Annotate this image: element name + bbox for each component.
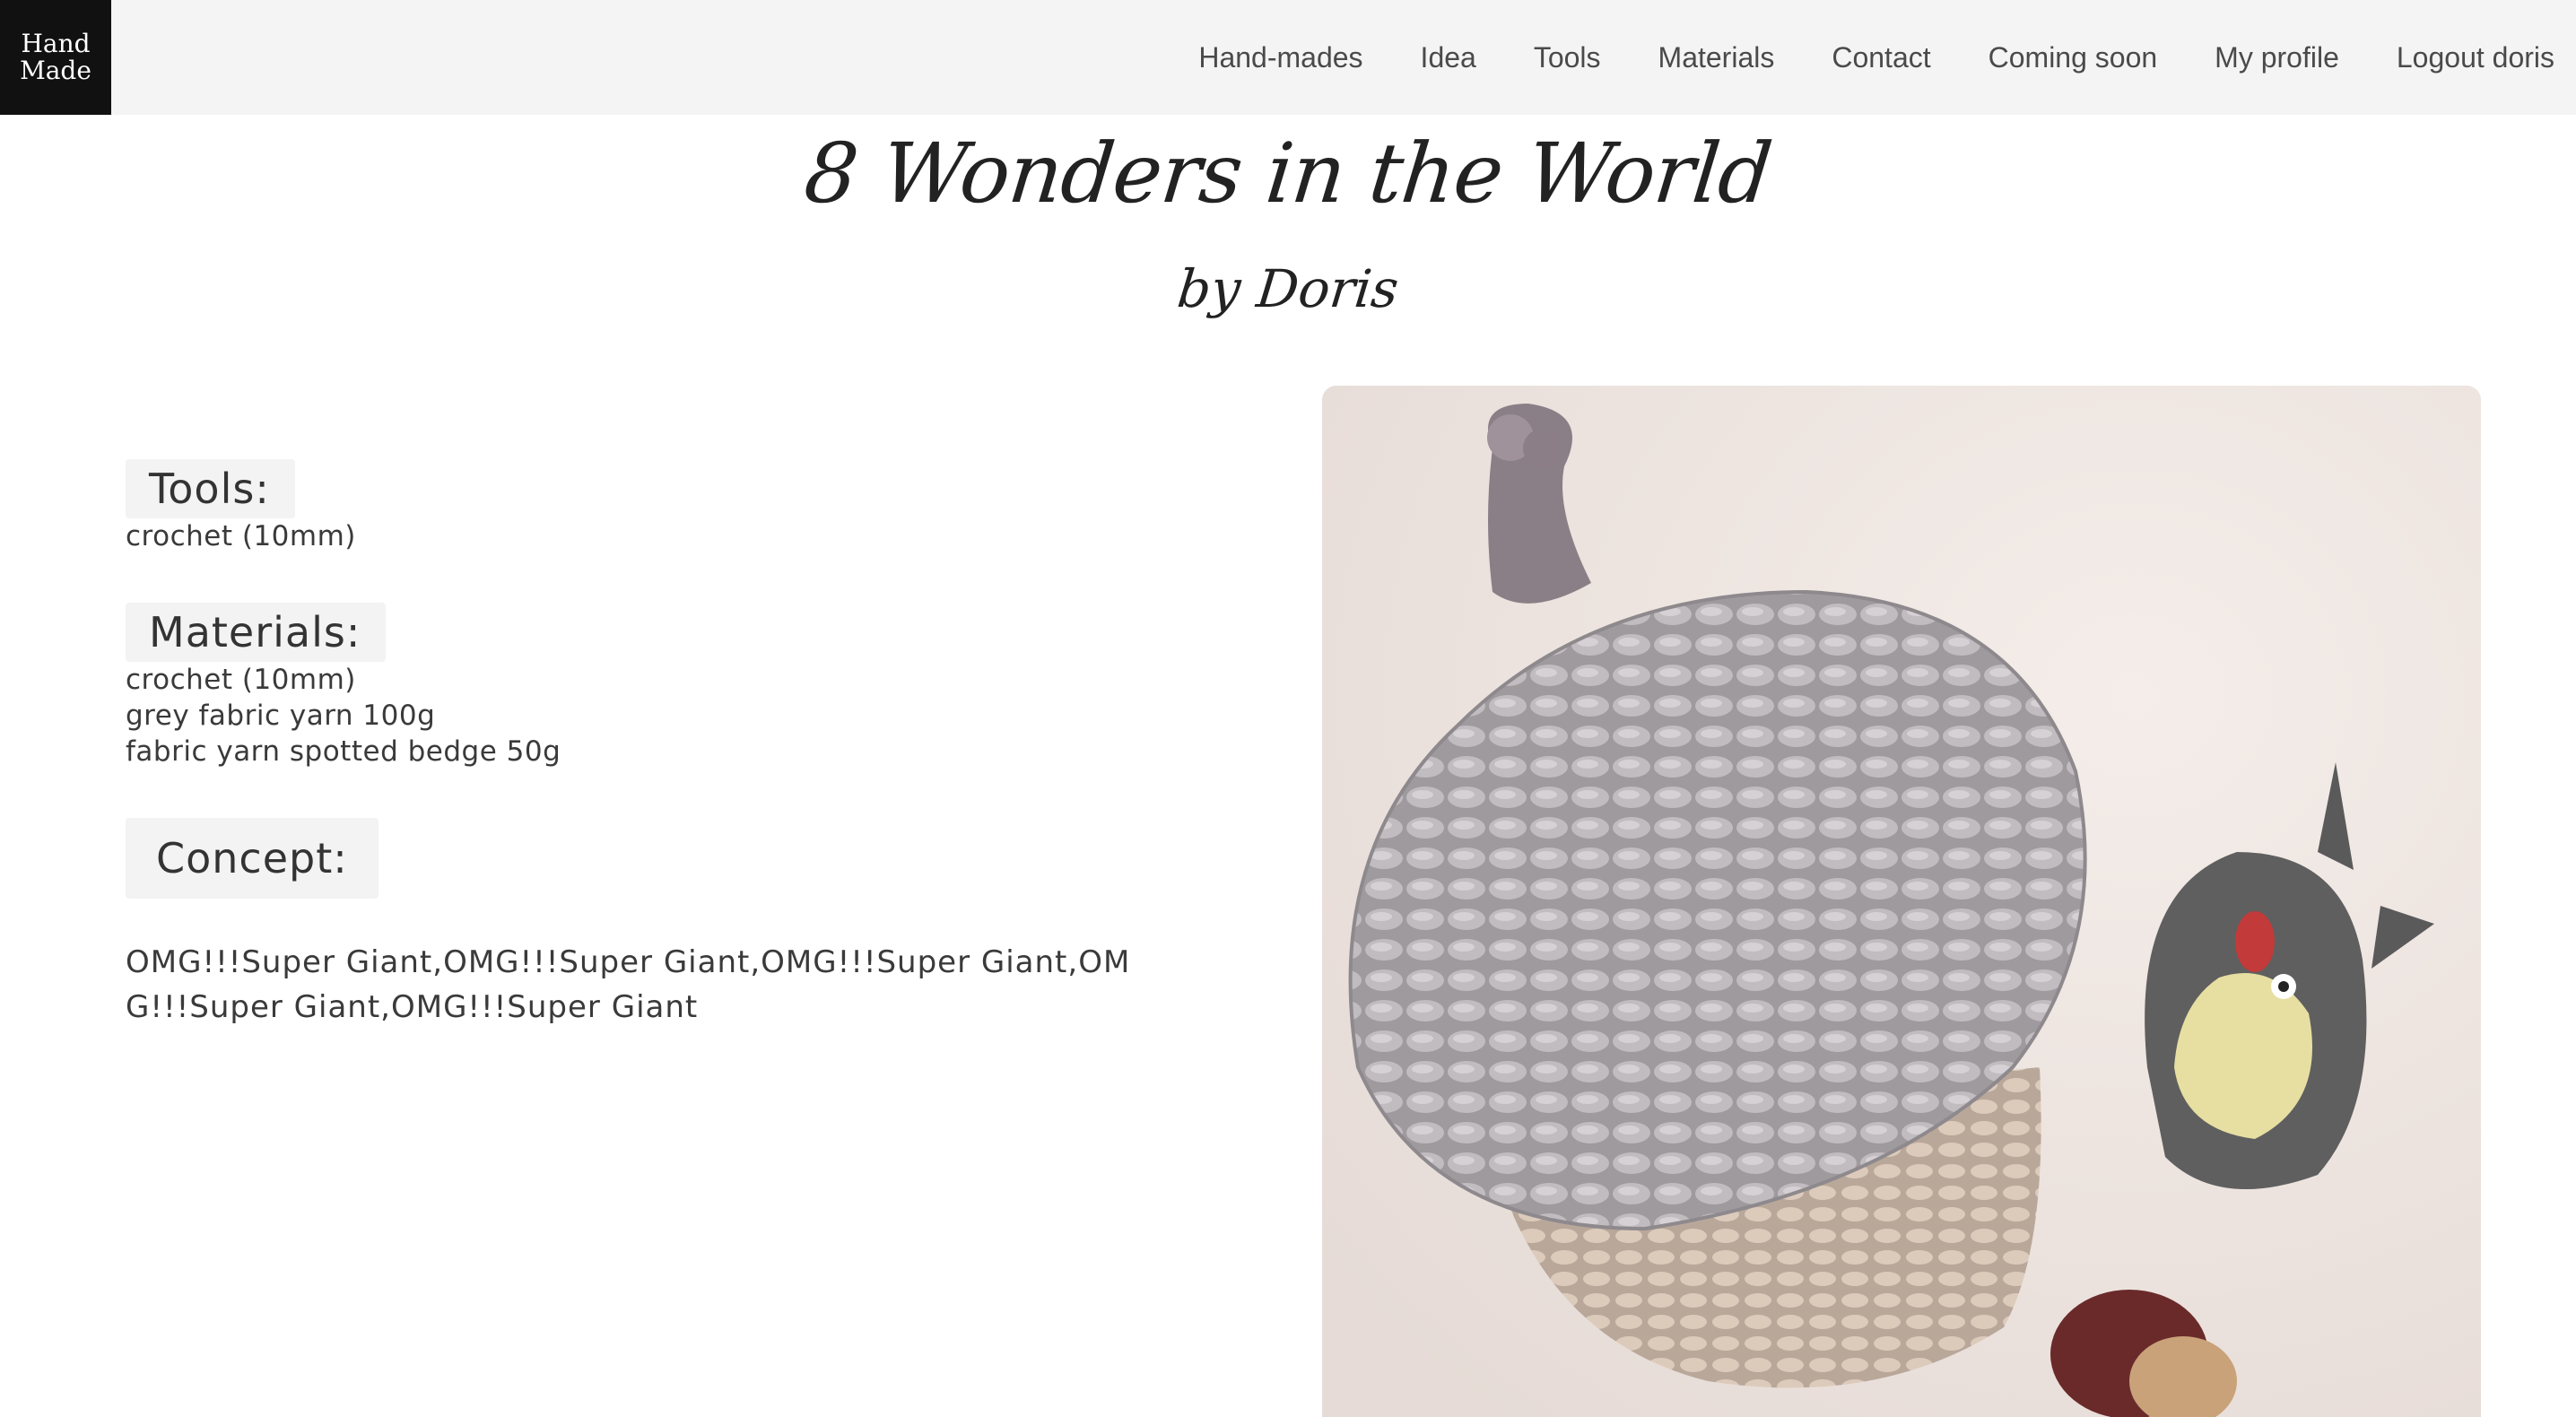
materials-item: crochet (10mm) (126, 664, 356, 696)
author-byline: by Doris (1174, 258, 1402, 319)
nav-contact[interactable]: Contact (1832, 41, 1930, 74)
concept-text: OMG!!!Super Giant,OMG!!!Super Giant,OMG!… (126, 944, 1131, 1025)
materials-item: grey fabric yarn 100g (126, 700, 436, 732)
materials-section: Materials: crochet (10mm) grey fabric ya… (126, 603, 561, 769)
concept-section: Concept: OMG!!!Super Giant,OMG!!!Super G… (126, 818, 1148, 1030)
logo-line-2: Made (20, 56, 91, 85)
nav-my-profile[interactable]: My profile (2215, 41, 2339, 74)
nav-tools[interactable]: Tools (1534, 41, 1601, 74)
nav-logout[interactable]: Logout doris (2397, 41, 2554, 74)
crochet-acorn-illustration (1322, 386, 2481, 1417)
tools-section: Tools: crochet (10mm) (126, 459, 356, 554)
tools-item: crochet (10mm) (126, 520, 356, 552)
nav-coming-soon[interactable]: Coming soon (1989, 41, 2158, 74)
logo-line-1: Hand (21, 29, 91, 58)
nav-idea[interactable]: Idea (1421, 41, 1476, 74)
project-photo (1322, 386, 2481, 1417)
materials-item: fabric yarn spotted bedge 50g (126, 735, 561, 768)
nav-materials[interactable]: Materials (1658, 41, 1775, 74)
tools-heading: Tools: (126, 459, 295, 518)
materials-heading: Materials: (126, 603, 387, 662)
nav-hand-mades[interactable]: Hand-mades (1198, 41, 1362, 74)
top-navbar: Hand Made Hand-mades Idea Tools Material… (0, 0, 2576, 115)
page-title: 8 Wonders in the World (800, 126, 1776, 222)
concept-heading: Concept: (126, 818, 379, 899)
site-logo[interactable]: Hand Made (0, 0, 111, 115)
main-nav: Hand-mades Idea Tools Materials Contact … (1141, 0, 2554, 115)
